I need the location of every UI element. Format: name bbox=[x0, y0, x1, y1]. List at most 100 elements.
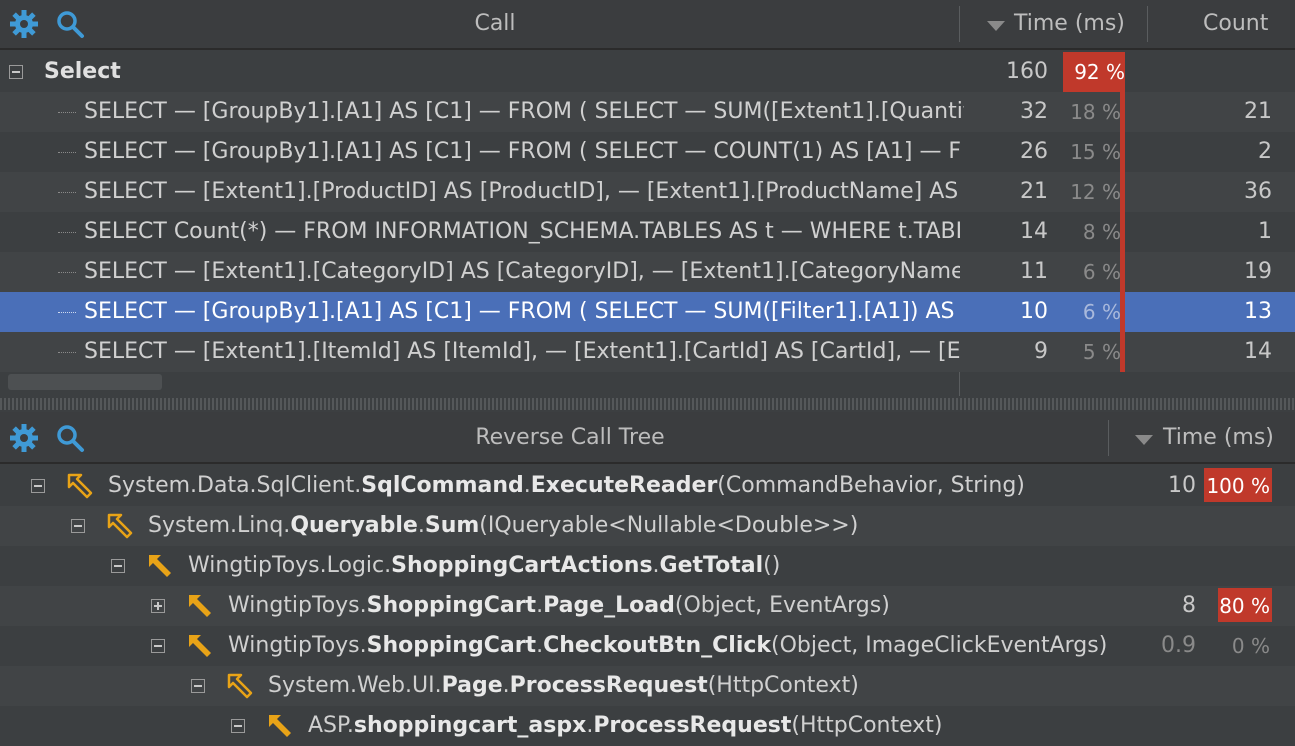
method-label: WingtipToys.Logic.ShoppingCartActions.Ge… bbox=[188, 553, 781, 578]
collapse-toggle[interactable] bbox=[231, 719, 245, 733]
method-label: System.Web.UI.Page.ProcessRequest(HttpCo… bbox=[268, 673, 859, 698]
call-label: SELECT — [Extent1].[CategoryID] AS [Cate… bbox=[84, 259, 960, 284]
tree-row[interactable]: ASP.shoppingcart_aspx.ProcessRequest(Htt… bbox=[0, 706, 1295, 744]
table-row[interactable]: SELECT — [GroupBy1].[A1] AS [C1] — FROM … bbox=[0, 132, 1295, 172]
search-icon[interactable] bbox=[54, 8, 86, 40]
column-header-count[interactable]: Count bbox=[1203, 0, 1268, 48]
call-arrow-icon bbox=[107, 513, 133, 539]
call-label: SELECT — [Extent1].[ProductID] AS [Produ… bbox=[84, 179, 960, 204]
percent-value: 100 % bbox=[1206, 474, 1270, 498]
percent-bar bbox=[1120, 132, 1125, 172]
tree-connector bbox=[58, 112, 76, 113]
time-value: 21 bbox=[1020, 179, 1048, 204]
tree-connector bbox=[58, 272, 76, 273]
header-divider bbox=[0, 462, 1295, 464]
collapse-toggle[interactable] bbox=[9, 65, 23, 79]
column-header-time[interactable]: Time (ms) bbox=[1014, 0, 1125, 48]
column-separator bbox=[1108, 420, 1109, 456]
table-row[interactable]: SELECT — [GroupBy1].[A1] AS [C1] — FROM … bbox=[0, 92, 1295, 132]
root-label: Select bbox=[44, 59, 121, 84]
call-label: SELECT — [GroupBy1].[A1] AS [C1] — FROM … bbox=[84, 139, 960, 164]
gear-icon[interactable] bbox=[8, 8, 40, 40]
tree-connector bbox=[58, 232, 76, 233]
time-value: 8 bbox=[1182, 593, 1196, 618]
panel-splitter[interactable] bbox=[0, 398, 1295, 410]
percent-value: 8 % bbox=[1082, 220, 1121, 244]
time-value: 32 bbox=[1020, 99, 1048, 124]
percent-bar bbox=[1120, 212, 1125, 252]
call-arrow-icon bbox=[189, 635, 211, 657]
column-header-time[interactable]: Time (ms) bbox=[1163, 414, 1274, 462]
percent-value: 92 % bbox=[1074, 60, 1125, 84]
percent-value: 6 % bbox=[1082, 300, 1121, 324]
method-label: System.Data.SqlClient.SqlCommand.Execute… bbox=[108, 473, 1025, 498]
time-value: 11 bbox=[1020, 259, 1048, 284]
time-value: 0.9 bbox=[1161, 633, 1196, 658]
time-value: 10 bbox=[1020, 299, 1048, 324]
tree-row[interactable]: WingtipToys.ShoppingCart.CheckoutBtn_Cli… bbox=[0, 626, 1295, 666]
collapse-toggle[interactable] bbox=[71, 519, 85, 533]
count-value: 13 bbox=[1244, 299, 1272, 324]
call-label: SELECT Count(*) — FROM INFORMATION_SCHEM… bbox=[84, 219, 960, 244]
tree-row[interactable]: System.Web.UI.Page.ProcessRequest(HttpCo… bbox=[0, 666, 1295, 706]
sort-desc-icon bbox=[1135, 435, 1153, 445]
column-header-call[interactable]: Call bbox=[440, 0, 550, 48]
column-separator bbox=[959, 6, 960, 42]
tree-row-root[interactable]: Select 160 92 % bbox=[0, 52, 1295, 92]
percent-value: 18 % bbox=[1070, 100, 1121, 124]
horizontal-scrollbar-thumb[interactable] bbox=[8, 374, 162, 390]
tree-connector bbox=[58, 352, 76, 353]
call-arrow-icon bbox=[67, 473, 93, 499]
collapse-toggle[interactable] bbox=[191, 679, 205, 693]
percent-bar bbox=[1120, 332, 1125, 372]
method-label: WingtipToys.ShoppingCart.Page_Load(Objec… bbox=[228, 593, 890, 618]
percent-value: 0 % bbox=[1231, 634, 1270, 658]
method-label: System.Linq.Queryable.Sum(IQueryable<Nul… bbox=[148, 513, 859, 538]
gear-icon[interactable] bbox=[8, 422, 40, 454]
count-value: 36 bbox=[1244, 179, 1272, 204]
scrollbar-track bbox=[0, 372, 1295, 396]
table-row-selected[interactable]: SELECT — [GroupBy1].[A1] AS [C1] — FROM … bbox=[0, 292, 1295, 332]
count-value: 21 bbox=[1244, 99, 1272, 124]
tree-row[interactable]: WingtipToys.Logic.ShoppingCartActions.Ge… bbox=[0, 546, 1295, 586]
method-label: ASP.shoppingcart_aspx.ProcessRequest(Htt… bbox=[308, 713, 943, 738]
percent-value: 5 % bbox=[1082, 340, 1121, 364]
time-value: 160 bbox=[1006, 59, 1048, 84]
table-row[interactable]: SELECT Count(*) — FROM INFORMATION_SCHEM… bbox=[0, 212, 1295, 252]
count-value: 1 bbox=[1258, 219, 1272, 244]
percent-bar bbox=[1120, 172, 1125, 212]
count-value: 14 bbox=[1244, 339, 1272, 364]
column-header-reverse-call-tree[interactable]: Reverse Call Tree bbox=[450, 414, 690, 462]
call-label: SELECT — [Extent1].[ItemId] AS [ItemId],… bbox=[84, 339, 960, 364]
collapse-toggle[interactable] bbox=[31, 479, 45, 493]
tree-connector bbox=[58, 152, 76, 153]
tree-row[interactable]: WingtipToys.ShoppingCart.Page_Load(Objec… bbox=[0, 586, 1295, 626]
collapse-toggle[interactable] bbox=[151, 639, 165, 653]
percent-bar bbox=[1120, 252, 1125, 292]
table-row[interactable]: SELECT — [Extent1].[ProductID] AS [Produ… bbox=[0, 172, 1295, 212]
tree-connector bbox=[58, 312, 76, 313]
table-row[interactable]: SELECT — [Extent1].[CategoryID] AS [Cate… bbox=[0, 252, 1295, 292]
collapse-toggle[interactable] bbox=[111, 559, 125, 573]
call-label: SELECT — [GroupBy1].[A1] AS [C1] — FROM … bbox=[84, 299, 960, 324]
sort-desc-icon bbox=[987, 21, 1005, 31]
tree-connector bbox=[58, 192, 76, 193]
time-value: 26 bbox=[1020, 139, 1048, 164]
expand-toggle[interactable] bbox=[151, 599, 165, 613]
tree-row[interactable]: System.Linq.Queryable.Sum(IQueryable<Nul… bbox=[0, 506, 1295, 546]
percent-value: 6 % bbox=[1082, 260, 1121, 284]
count-value: 2 bbox=[1258, 139, 1272, 164]
percent-bar bbox=[1120, 292, 1125, 332]
method-label: WingtipToys.ShoppingCart.CheckoutBtn_Cli… bbox=[228, 633, 1108, 658]
call-arrow-icon bbox=[149, 555, 171, 577]
percent-value: 12 % bbox=[1070, 180, 1121, 204]
time-value: 10 bbox=[1168, 473, 1196, 498]
table-row[interactable]: SELECT — [Extent1].[ItemId] AS [ItemId],… bbox=[0, 332, 1295, 372]
call-arrow-icon bbox=[189, 595, 211, 617]
column-separator bbox=[959, 372, 960, 396]
tree-row[interactable]: System.Data.SqlClient.SqlCommand.Execute… bbox=[0, 466, 1295, 506]
call-arrow-icon bbox=[269, 715, 291, 737]
search-icon[interactable] bbox=[54, 422, 86, 454]
percent-bar bbox=[1120, 92, 1125, 132]
call-arrow-icon bbox=[227, 673, 253, 699]
